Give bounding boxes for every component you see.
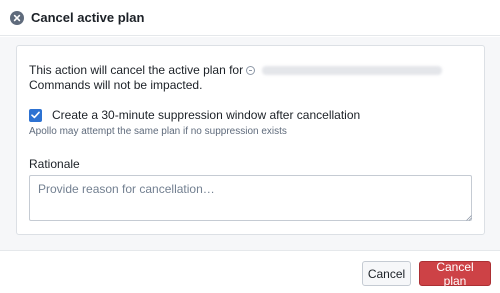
dialog-header: Cancel active plan (0, 0, 500, 36)
suppression-checkbox[interactable] (29, 108, 42, 122)
suppression-helper-text: Apollo may attempt the same plan if no s… (29, 126, 287, 137)
plan-icon (246, 66, 256, 75)
action-text-prefix: This action will cancel the active plan … (29, 63, 244, 77)
dialog-footer: Cancel Cancel plan (0, 250, 500, 293)
dialog-body: This action will cancel the active plan … (0, 37, 500, 250)
cancel-plan-dialog: Cancel active plan This action will canc… (0, 0, 500, 293)
check-icon (31, 111, 40, 119)
dialog-title: Cancel active plan (31, 10, 145, 25)
action-text-suffix: Commands will not be impacted. (29, 78, 203, 92)
rationale-textarea[interactable] (29, 175, 472, 221)
resize-handle-icon[interactable] (466, 215, 472, 221)
suppression-checkbox-row[interactable]: Create a 30-minute suppression window af… (29, 108, 360, 122)
rationale-label: Rationale (29, 157, 80, 171)
action-description: This action will cancel the active plan … (29, 63, 474, 93)
redacted-plan-name (262, 66, 443, 75)
cancel-plan-button[interactable]: Cancel plan (419, 260, 491, 288)
cancel-button[interactable]: Cancel (362, 261, 411, 286)
suppression-checkbox-label[interactable]: Create a 30-minute suppression window af… (52, 108, 360, 122)
dialog-card: This action will cancel the active plan … (16, 45, 485, 235)
close-icon[interactable] (10, 10, 24, 25)
